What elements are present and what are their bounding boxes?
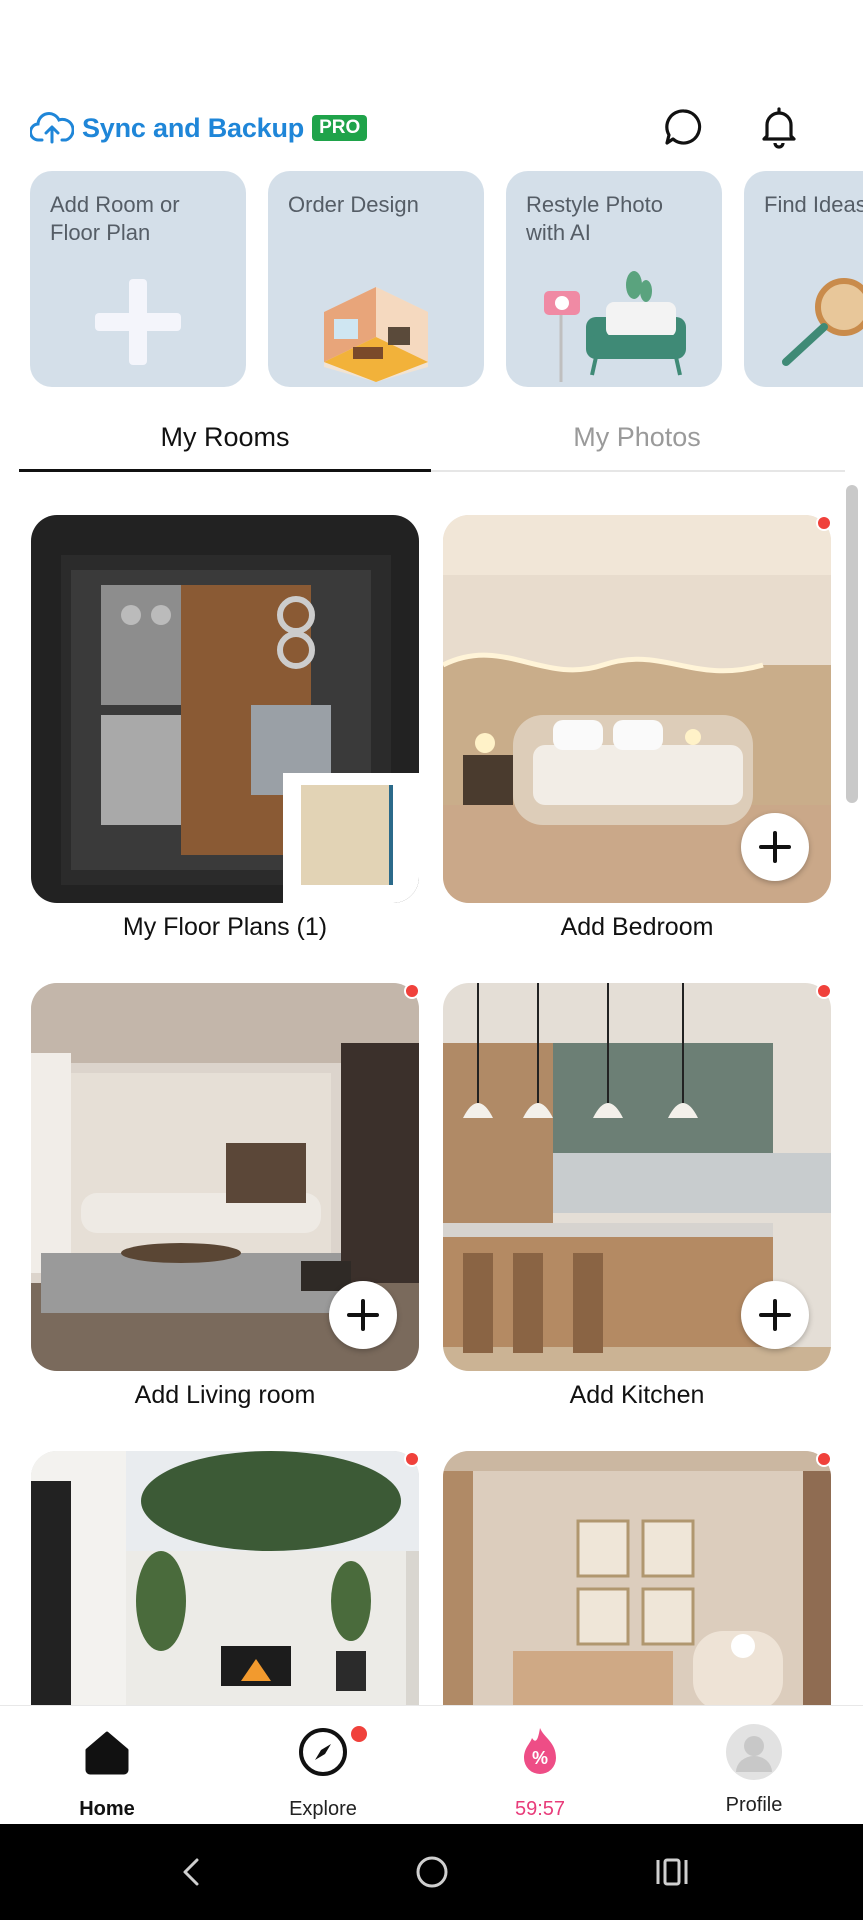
action-title: Restyle Photo with AI xyxy=(526,192,663,245)
new-badge-dot xyxy=(816,1451,832,1467)
home-circle-icon[interactable] xyxy=(410,1850,454,1894)
avatar-icon xyxy=(726,1724,782,1780)
home-icon xyxy=(85,1731,129,1775)
bottom-nav: Home Explore % 59:57 Profile xyxy=(0,1705,863,1824)
back-icon[interactable] xyxy=(170,1850,214,1894)
floor-plans-tile[interactable] xyxy=(31,515,419,903)
sync-label: Sync and Backup xyxy=(82,112,305,143)
nav-label: Home xyxy=(79,1798,135,1820)
action-title: Find Ideas xyxy=(764,192,863,217)
compass-icon xyxy=(299,1728,347,1776)
nav-profile[interactable]: Profile xyxy=(664,1706,844,1825)
plus-icon xyxy=(347,1299,379,1331)
magnifier-icon xyxy=(782,278,863,366)
sync-backup-button[interactable]: Sync and Backup PRO xyxy=(30,110,368,146)
tab-my-photos[interactable]: My Photos xyxy=(431,422,843,453)
nav-home[interactable]: Home xyxy=(17,1706,197,1825)
nursery-image xyxy=(443,1451,831,1705)
svg-text:%: % xyxy=(532,1748,548,1768)
discount-flame-icon: % xyxy=(524,1728,556,1774)
new-badge-dot xyxy=(816,983,832,999)
tab-my-rooms[interactable]: My Rooms xyxy=(19,422,431,453)
outdoor-image xyxy=(31,1451,419,1705)
explore-badge-dot xyxy=(351,1726,367,1742)
grid-scrollbar[interactable] xyxy=(846,485,858,803)
new-badge-dot xyxy=(816,515,832,531)
action-title: Order Design xyxy=(288,192,419,217)
room-grid: My Floor Plans (1) Add Bedroom Add Livin… xyxy=(0,515,863,1705)
add-kitchen-button[interactable] xyxy=(741,1281,809,1349)
nav-label: Explore xyxy=(289,1798,357,1820)
add-bedroom-button[interactable] xyxy=(741,813,809,881)
plus-icon xyxy=(759,1299,791,1331)
bedroom-tile[interactable] xyxy=(443,515,831,903)
nursery-tile[interactable] xyxy=(443,1451,831,1705)
living-room-tile[interactable] xyxy=(31,983,419,1371)
plus-icon xyxy=(95,279,181,365)
pro-badge: PRO xyxy=(312,115,368,141)
nav-deal-timer[interactable]: % 59:57 xyxy=(450,1706,630,1825)
new-badge-dot xyxy=(404,983,420,999)
quick-actions-row: Add Room or Floor Plan Order Design Rest… xyxy=(30,171,863,387)
recent-apps-icon[interactable] xyxy=(650,1850,694,1894)
find-ideas-card[interactable]: Find Ideas xyxy=(744,171,863,387)
tile-label: Add Living room xyxy=(134,1381,316,1409)
plus-icon xyxy=(759,831,791,863)
active-tab-indicator xyxy=(19,469,431,472)
nav-label: Profile xyxy=(725,1794,783,1816)
add-room-card[interactable]: Add Room or Floor Plan xyxy=(30,171,246,387)
deal-timer-label: 59:57 xyxy=(514,1798,566,1820)
tile-label: Add Bedroom xyxy=(560,913,714,941)
room-tabs: My Rooms My Photos xyxy=(19,408,845,472)
add-living-room-button[interactable] xyxy=(329,1281,397,1349)
floor-plan-image xyxy=(61,555,419,903)
new-badge-dot xyxy=(404,1451,420,1467)
camera-sofa-icon xyxy=(544,271,686,382)
isometric-room-icon xyxy=(324,287,428,382)
order-design-card[interactable]: Order Design xyxy=(268,171,484,387)
bell-icon[interactable] xyxy=(756,104,802,150)
restyle-photo-card[interactable]: Restyle Photo with AI xyxy=(506,171,722,387)
tile-label: My Floor Plans (1) xyxy=(122,913,328,941)
top-header: Sync and Backup PRO xyxy=(30,100,833,160)
kitchen-tile[interactable] xyxy=(443,983,831,1371)
tile-label: Add Kitchen xyxy=(569,1381,705,1409)
outdoor-tile[interactable] xyxy=(31,1451,419,1705)
chat-bubble-icon[interactable] xyxy=(661,104,707,150)
nav-explore[interactable]: Explore xyxy=(233,1706,413,1825)
action-title: Add Room or Floor Plan xyxy=(50,192,180,245)
cloud-upload-icon xyxy=(30,112,74,144)
system-nav-bar xyxy=(0,1824,863,1920)
